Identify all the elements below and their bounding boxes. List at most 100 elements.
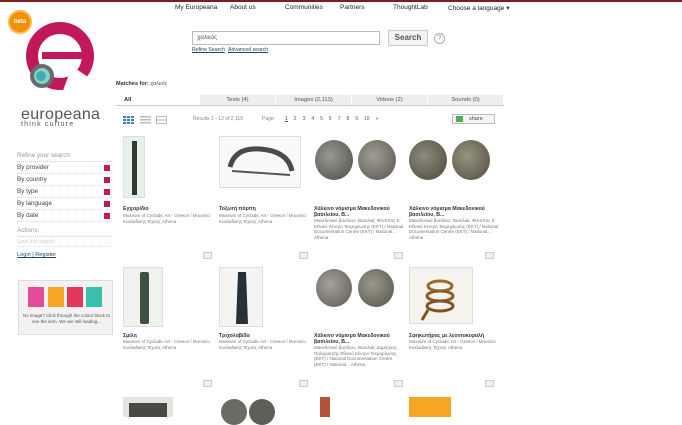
tab-texts[interactable]: Texts (4)	[200, 95, 276, 105]
page-link[interactable]: 4	[311, 116, 314, 122]
facet-language[interactable]: By language	[17, 198, 112, 210]
result-thumbnail[interactable]	[123, 136, 145, 198]
save-search-button[interactable]: Save this search →	[17, 237, 112, 247]
result-thumbnail[interactable]	[123, 267, 163, 327]
vessel-image	[320, 397, 330, 417]
page-link[interactable]: 6	[329, 116, 332, 122]
result-thumbnail[interactable]	[314, 397, 338, 417]
result-thumbnail[interactable]	[219, 136, 301, 188]
share-button[interactable]: share	[452, 114, 495, 124]
result-thumbnail[interactable]	[123, 397, 173, 417]
colour-block-promo[interactable]: No image? Click through the colour block…	[18, 280, 113, 335]
result-item[interactable]: Χάλκινο νόμισμα Μακεδονικού βασιλείου, Β…	[409, 136, 499, 261]
coin-image	[221, 399, 247, 425]
nav-communities[interactable]: Communities	[285, 4, 340, 12]
results-count: Results 1 - 12 of 2,119	[193, 116, 243, 122]
result-title[interactable]: Χάλκινο νόμισμα Μακεδονικού βασιλείου, Β…	[314, 333, 404, 345]
tab-videos[interactable]: Videos (2)	[352, 95, 428, 105]
advanced-search-link[interactable]: Advanced search	[228, 47, 268, 53]
page-link[interactable]: 10	[364, 116, 370, 122]
help-icon[interactable]: ?	[434, 33, 445, 44]
next-page-link[interactable]: »	[376, 116, 379, 122]
result-title[interactable]: Χάλκινο νόμισμα Μακεδονικού βασιλείου, Β…	[409, 206, 499, 218]
result-desc: Museum of Cycladic Art - Greece / Μουσεί…	[219, 339, 306, 350]
result-title[interactable]: Εγχειρίδιο	[123, 206, 213, 212]
coin-image	[249, 399, 275, 425]
result-item[interactable]	[314, 397, 402, 417]
result-thumbnail[interactable]	[409, 136, 493, 186]
language-select[interactable]: Choose a language ▾	[448, 4, 509, 12]
facet-type[interactable]: By type	[17, 186, 112, 198]
grid-view-icon[interactable]	[123, 116, 134, 124]
nav-partners[interactable]: Partners	[340, 4, 393, 12]
pagination: 1 2 3 4 5 6 7 8 9 10 »	[285, 116, 378, 122]
result-type-tabs: All Texts (4) Images (2,113) Videos (2) …	[116, 95, 504, 106]
login-link[interactable]: Login	[17, 252, 31, 258]
result-item[interactable]: Σφηκωτήρας με λεοντοκεφαλή Museum of Cyc…	[409, 267, 497, 392]
plus-icon	[104, 189, 110, 195]
facet-label: By language	[17, 200, 53, 207]
result-thumbnail[interactable]	[314, 136, 398, 186]
result-item[interactable]: Σμίλη Museum of Cycladic Art - Greece / …	[123, 267, 212, 392]
page-link[interactable]: 2	[294, 116, 297, 122]
page-link[interactable]: 7	[338, 116, 341, 122]
table-view-icon[interactable]	[156, 116, 167, 124]
top-bar	[0, 0, 682, 2]
tab-sounds[interactable]: Sounds (0)	[428, 95, 504, 105]
matches-query: χαλκός	[150, 81, 168, 87]
page-link[interactable]: 5	[320, 116, 323, 122]
list-view-icon[interactable]	[140, 116, 151, 124]
page-link[interactable]: 1	[285, 116, 288, 122]
facet-label: By provider	[17, 164, 49, 171]
facet-provider[interactable]: By provider	[17, 162, 112, 174]
beta-badge: beta	[8, 10, 32, 34]
result-item[interactable]: Χάλκινο νόμισμα Μακεδονικού βασιλείου, Β…	[314, 136, 404, 261]
colour-block[interactable]	[409, 397, 451, 417]
facet-date[interactable]: By date	[17, 210, 112, 222]
result-thumbnail[interactable]	[219, 397, 279, 425]
result-thumbnail[interactable]	[409, 267, 473, 324]
register-link[interactable]: Register	[35, 252, 56, 258]
page-link[interactable]: 8	[346, 116, 349, 122]
result-thumbnail[interactable]	[314, 267, 398, 311]
image-type-icon	[394, 380, 403, 387]
page-link[interactable]: 3	[303, 116, 306, 122]
nav-thoughtlab[interactable]: ThoughtLab	[393, 4, 448, 12]
matches-line: Matches for: χαλκός	[116, 81, 167, 87]
tab-images[interactable]: Images (2,113)	[276, 95, 352, 105]
plus-icon	[104, 165, 110, 171]
result-title[interactable]: Τοξωτή πόρπη	[219, 206, 309, 212]
image-type-icon	[203, 252, 212, 259]
image-type-icon	[394, 252, 403, 259]
result-item[interactable]	[123, 397, 211, 417]
result-thumbnail[interactable]	[219, 267, 263, 327]
plus-icon	[104, 201, 110, 207]
result-item[interactable]: Εγχειρίδιο Museum of Cycladic Art - Gree…	[123, 136, 213, 261]
search-button[interactable]: Search	[388, 30, 428, 46]
refine-search-link[interactable]: Refine Search	[192, 47, 225, 53]
page-link[interactable]: 9	[355, 116, 358, 122]
plus-icon	[104, 213, 110, 219]
refine-sidebar: Refine your search: By provider By count…	[17, 150, 112, 258]
result-desc: Museum of Cycladic Art - Greece / Μουσεί…	[219, 213, 306, 224]
coin-image	[358, 140, 396, 180]
actions-heading: Actions:	[17, 225, 112, 237]
brand-tagline: think culture	[21, 121, 75, 128]
result-item[interactable]	[219, 397, 307, 425]
tab-all[interactable]: All	[116, 95, 200, 105]
result-title[interactable]: Χάλκινο νόμισμα Μακεδονικού βασιλείου, Β…	[314, 206, 404, 218]
search-input[interactable]: χαλκός	[192, 31, 380, 45]
facet-country[interactable]: By country	[17, 174, 112, 186]
coin-image	[315, 140, 353, 180]
result-item[interactable]: Τριχολαβίδα Museum of Cycladic Art - Gre…	[219, 267, 308, 392]
share-label: share	[469, 116, 483, 122]
image-type-icon	[203, 380, 212, 387]
nav-about-us[interactable]: About us	[230, 4, 285, 12]
image-type-icon	[485, 380, 494, 387]
result-item[interactable]: Χάλκινο νόμισμα Μακεδονικού βασιλείου, Β…	[314, 267, 404, 392]
nav-my-europeana[interactable]: My Europeana	[175, 4, 230, 12]
image-type-icon	[48, 287, 64, 307]
matches-label: Matches for:	[116, 81, 149, 87]
result-item[interactable]	[409, 397, 497, 417]
result-item[interactable]: Τοξωτή πόρπη Museum of Cycladic Art - Gr…	[219, 136, 309, 261]
